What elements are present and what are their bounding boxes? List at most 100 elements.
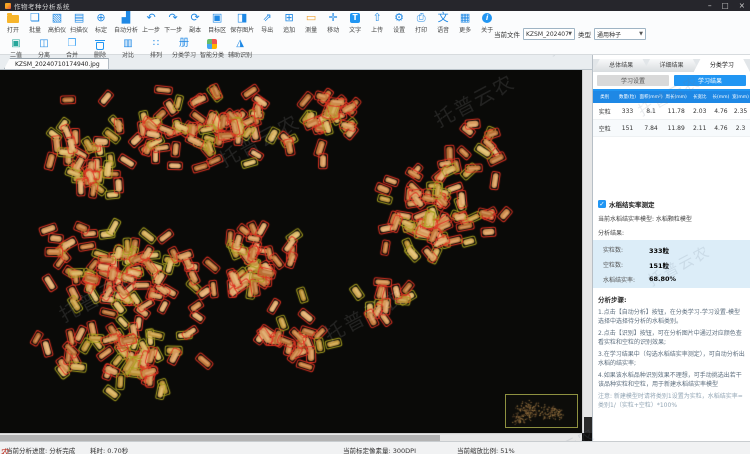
open-folder-icon xyxy=(7,12,19,24)
assist-icon: ◮ xyxy=(236,38,244,49)
toolbar-button-open[interactable]: 打开 xyxy=(2,11,24,35)
toolbar-button-label: 对比 xyxy=(121,52,134,59)
toolbar-button-target-area[interactable]: ▣ 目标区 xyxy=(206,11,228,35)
current-file-select[interactable]: KZSM_202407 ▼ xyxy=(523,28,575,40)
table-cell: 2.11 xyxy=(688,119,711,137)
results-table-header: 类别 数量(粒) 面积(mm²) 周长(mm) 长宽比 长(mm) 宽(mm) xyxy=(593,91,750,103)
toolbar-button-arrange[interactable]: ∷ 排列 xyxy=(142,38,170,60)
learning-settings-button[interactable]: 学习设置 xyxy=(597,75,669,86)
toolbar-button-delete[interactable]: 删除 xyxy=(86,38,114,60)
copy-icon: ⟳ xyxy=(190,11,200,24)
toolbar-button-voice[interactable]: 文语音 xyxy=(432,11,454,35)
current-model-line: 当前水稻结实率模型: 水稻颗粒模型 xyxy=(598,216,692,223)
rice-rate-checkbox[interactable]: ✓ xyxy=(598,200,606,208)
table-row[interactable]: 实粒 333 8.1 11.78 2.03 4.76 2.35 xyxy=(593,103,750,120)
table-cell: 2.3 xyxy=(731,119,750,137)
append-icon: ⊞ xyxy=(284,11,294,24)
horizontal-scrollbar xyxy=(0,433,582,441)
toolbar-button-label: 辅助识别 xyxy=(228,52,253,59)
toolbar-button-label: 关于 xyxy=(481,27,494,34)
seed-image-canvas[interactable] xyxy=(0,70,582,433)
toolbar-button-export[interactable]: ⇗ 导出 xyxy=(256,11,278,35)
tab-classify-learning[interactable]: 分类学习 xyxy=(693,59,750,72)
analysis-image-area[interactable] xyxy=(0,70,582,433)
toolbar-button-binary[interactable]: ▣ 二值 xyxy=(2,38,30,60)
minimap-canvas xyxy=(506,395,577,427)
table-cell: 实粒 xyxy=(593,103,617,120)
toolbar-button-assist[interactable]: ◮ 辅助识别 xyxy=(226,38,254,60)
toolbar-button-more[interactable]: ▦ 更多 xyxy=(454,11,476,35)
toolbar-button-merge[interactable]: ❒ 合并 xyxy=(58,38,86,60)
toolbar-button-smart-classify[interactable]: 智能分类 xyxy=(198,38,226,60)
more-icon: ▦ xyxy=(459,11,471,24)
toolbar-button-append[interactable]: ⊞ 追加 xyxy=(278,11,300,35)
toolbar-button-label: 批量 xyxy=(28,27,41,34)
rice-rate-checkbox-label: 水稻结实率测定 xyxy=(609,201,655,209)
toolbar-button-redo[interactable]: ↷ 下一步 xyxy=(162,11,184,35)
toolbar-button-auto-analyze[interactable]: ▟ 自动分析 xyxy=(112,11,140,35)
step-line: 3.在学习结果中（勾选水稻结实率测定），可自动分析出水稻的结实率; xyxy=(598,350,745,367)
minimize-button[interactable]: – xyxy=(708,0,712,11)
close-button[interactable]: × xyxy=(739,0,745,11)
analysis-result-label: 分析结果: xyxy=(598,230,625,237)
table-cell: 7.84 xyxy=(638,119,664,137)
toolbar-button-save-image[interactable]: ◨ 保存图片 xyxy=(228,11,256,35)
toolbar-button-scanner[interactable]: ▤ 扫描仪 xyxy=(68,11,90,35)
tab-overall-results[interactable]: 总体结果 xyxy=(593,59,650,72)
toolbar: 打开 ❏ 批量 ▧ 高拍仪 ▤ 扫描仪 ⊕ 标定 ▟ 自动分析 ↶ 上一步 ↷ 下一步 ⟳ 副本 ▣ 目标区 ◨ 保存图… xyxy=(0,11,750,59)
toolbar-button-label: 标定 xyxy=(95,27,108,34)
type-select[interactable]: 通用种子 ▼ xyxy=(594,28,646,40)
file-controls: 当前文件 KZSM_202407 ▼ 类型 通用种子 ▼ xyxy=(494,28,646,40)
toolbar-button-copy[interactable]: ⟳ 副本 xyxy=(184,11,206,35)
status-elapsed-time: 耗时: 0.70秒 xyxy=(90,447,129,454)
toolbar-button-batch[interactable]: ❏ 批量 xyxy=(24,11,46,35)
table-header-cell: 数量(粒) xyxy=(616,91,639,103)
save-image-icon: ◨ xyxy=(236,11,248,24)
toolbar-button-doc-camera[interactable]: ▧ 高拍仪 xyxy=(46,11,68,35)
table-cell: 4.76 xyxy=(710,103,732,120)
move-icon: ✛ xyxy=(328,11,338,24)
maximize-button[interactable]: □ xyxy=(722,0,729,11)
toolbar-button-label: 分类学习 xyxy=(172,52,197,59)
toolbar-button-upload[interactable]: ⇧ 上传 xyxy=(366,11,388,35)
table-header-cell: 长(mm) xyxy=(710,91,732,103)
toolbar-button-settings[interactable]: ⚙ 设置 xyxy=(388,11,410,35)
rice-rate-checkbox-row: ✓ 水稻结实率测定 xyxy=(593,199,750,209)
scrollbar-corner xyxy=(582,433,592,441)
toolbar-button-label: 语音 xyxy=(437,27,450,34)
measure-icon: ▭ xyxy=(305,11,317,24)
current-file-label: 当前文件 xyxy=(494,31,520,39)
toolbar-button-move[interactable]: ✛ 移动 xyxy=(322,11,344,35)
toolbar-button-label: 删除 xyxy=(93,52,106,59)
minimap[interactable] xyxy=(505,394,578,428)
vertical-scrollbar xyxy=(582,70,592,433)
results-table: 类别 数量(粒) 面积(mm²) 周长(mm) 长宽比 长(mm) 宽(mm) 实粒 333 8… xyxy=(593,91,750,137)
toolbar-button-print[interactable]: ⎙ 打印 xyxy=(410,11,432,35)
auto-analyze-icon: ▟ xyxy=(121,11,131,24)
toolbar-button-text[interactable]: T 文字 xyxy=(344,11,366,35)
result-value: 151粒 xyxy=(649,261,670,270)
result-row: 实粒数: 333粒 xyxy=(593,242,750,257)
result-row: 空粒数: 151粒 xyxy=(593,257,750,272)
tab-detailed-results[interactable]: 详细结果 xyxy=(643,59,700,72)
toolbar-button-undo[interactable]: ↶ 上一步 xyxy=(140,11,162,35)
table-row[interactable]: 空粒 151 7.84 11.89 2.11 4.76 2.3 xyxy=(593,119,750,137)
toolbar-button-compare[interactable]: ▥ 对比 xyxy=(114,38,142,60)
toolbar-button-label: 设置 xyxy=(393,27,406,34)
toolbar-button-calibrate[interactable]: ⊕ 标定 xyxy=(90,11,112,35)
toolbar-button-label: 文字 xyxy=(349,27,362,34)
toolbar-row-2: ▣ 二值 ◫ 分离 ❒ 合并 删除 ▥ 对比 ∷ 排列 册分类学习 智能分类 ◮ 辅助识别 xyxy=(0,38,750,59)
toolbar-button-classify-learn[interactable]: 册分类学习 xyxy=(170,38,198,60)
learning-results-button[interactable]: 学习结果 xyxy=(674,75,746,86)
result-value: 68.80% xyxy=(649,275,677,283)
vertical-scrollbar-thumb[interactable] xyxy=(584,417,592,433)
toolbar-button-measure[interactable]: ▭ 测量 xyxy=(300,11,322,35)
toolbar-button-separate[interactable]: ◫ 分离 xyxy=(30,38,58,60)
upload-icon: ⇧ xyxy=(372,11,382,24)
toolbar-button-label: 移动 xyxy=(327,27,340,34)
result-block: 实粒数: 333粒 空粒数: 151粒 水稻结实率: 68.80% xyxy=(593,240,750,288)
table-cell: 333 xyxy=(616,103,639,120)
table-cell: 151 xyxy=(616,119,639,137)
voice-icon: 文 xyxy=(437,11,449,24)
status-zoom-ratio: 当前缩放比例: 51% xyxy=(457,447,515,454)
